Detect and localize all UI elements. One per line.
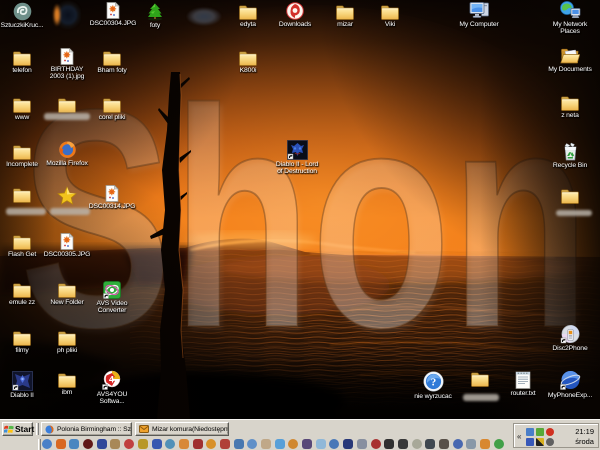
svg-text:?: ? [430,377,436,389]
svg-text:4: 4 [109,375,114,385]
